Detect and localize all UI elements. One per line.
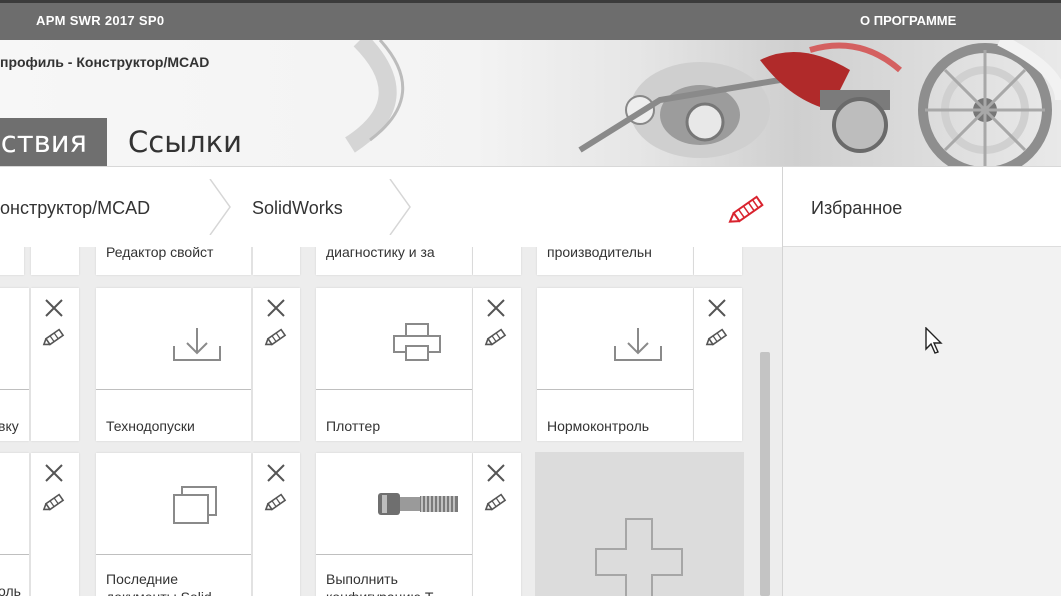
- tile-icon-area: [316, 453, 472, 555]
- add-tile-button[interactable]: [535, 452, 744, 596]
- app-title: APM SWR 2017 SP0: [36, 13, 165, 28]
- tile[interactable]: вку: [0, 288, 29, 441]
- tile-label-line1: Последние: [106, 571, 179, 587]
- bolt-icon: [378, 493, 458, 515]
- tile-icon-area: [537, 288, 693, 390]
- breadcrumb-item-mcad[interactable]: онструктор/MCAD: [0, 198, 150, 219]
- tile-icon-area: [0, 288, 29, 390]
- remove-icon[interactable]: [264, 296, 288, 320]
- tile-actions: [31, 247, 79, 275]
- plus-icon: [595, 518, 683, 596]
- tile-label: вку: [0, 418, 19, 434]
- tile-actions: [694, 288, 742, 441]
- tile[interactable]: Редактор свойст: [96, 247, 251, 275]
- tile[interactable]: производительн: [537, 247, 693, 275]
- tile-icon-area: [0, 453, 29, 555]
- tiles-grid: Редактор свойст диагностику и за произво…: [0, 247, 782, 596]
- tile-actions: [473, 288, 521, 441]
- tile-icon-area: [96, 453, 251, 555]
- tile-actions: [31, 288, 79, 441]
- edit-icon[interactable]: [483, 491, 509, 515]
- edit-icon[interactable]: [483, 326, 509, 350]
- tile[interactable]: Плоттер: [316, 288, 472, 441]
- tile-label-line1: Выполнить: [326, 571, 398, 587]
- favorites-header: Избранное: [783, 167, 1061, 247]
- remove-icon[interactable]: [42, 461, 66, 485]
- edit-icon[interactable]: [704, 326, 730, 350]
- profile-label: профиль - Конструктор/MCAD: [0, 54, 210, 70]
- breadcrumb-separator-icon: [209, 179, 231, 235]
- top-bar: APM SWR 2017 SP0 О ПРОГРАММЕ: [0, 0, 1061, 40]
- tile-label: диагностику и за: [326, 247, 435, 260]
- favorites-panel: Избранное: [783, 167, 1061, 596]
- printer-icon: [393, 323, 441, 361]
- tile[interactable]: Технодопуски: [96, 288, 251, 441]
- tile-label: Редактор свойст: [106, 247, 214, 260]
- tile-label: Технодопуски: [106, 418, 195, 434]
- tile[interactable]: Нормоконтроль: [537, 288, 693, 441]
- remove-icon[interactable]: [484, 296, 508, 320]
- tile[interactable]: Выполнить конфигурацию Т: [316, 453, 472, 596]
- breadcrumb-separator-icon: [389, 179, 411, 235]
- favorites-title: Избранное: [811, 198, 903, 218]
- tile-label: производительн: [547, 247, 652, 260]
- tile-label-line2: документы Solid: [106, 588, 212, 596]
- tile[interactable]: диагностику и за: [316, 247, 472, 275]
- scrollbar[interactable]: [760, 352, 770, 596]
- download-icon: [614, 328, 662, 361]
- remove-icon[interactable]: [264, 461, 288, 485]
- tile-label: Нормоконтроль: [547, 418, 650, 434]
- tile-actions: [473, 453, 521, 596]
- tile-actions: [31, 453, 79, 596]
- tile-actions: [253, 247, 300, 275]
- tile-label: Плоттер: [326, 418, 381, 434]
- mouse-cursor-icon: [925, 327, 943, 354]
- windows-stack-icon: [173, 486, 217, 524]
- tile-icon-area: [316, 288, 472, 390]
- tile[interactable]: [0, 247, 24, 275]
- edit-icon[interactable]: [263, 491, 289, 515]
- tile[interactable]: оль: [0, 453, 29, 596]
- tile-actions: [473, 247, 521, 275]
- tile-label: оль: [0, 583, 21, 596]
- remove-icon[interactable]: [705, 296, 729, 320]
- tile-icon-area: [96, 288, 251, 390]
- edit-icon[interactable]: [41, 326, 67, 350]
- tab-links[interactable]: Ссылки: [128, 118, 242, 166]
- tab-actions[interactable]: ствия: [0, 118, 107, 166]
- tile-label-line2: конфигурацию Т: [326, 588, 433, 596]
- edit-pencil-icon[interactable]: [724, 191, 772, 227]
- tile-actions: [694, 247, 742, 275]
- download-icon: [173, 328, 221, 361]
- edit-icon[interactable]: [41, 491, 67, 515]
- remove-icon[interactable]: [484, 461, 508, 485]
- tile[interactable]: Последние документы Solid: [96, 453, 251, 596]
- breadcrumb: онструктор/MCAD SolidWorks: [0, 167, 783, 247]
- remove-icon[interactable]: [42, 296, 66, 320]
- breadcrumb-item-solidworks[interactable]: SolidWorks: [252, 198, 343, 219]
- tile-actions: [253, 453, 300, 596]
- tile-actions: [253, 288, 300, 441]
- edit-icon[interactable]: [263, 326, 289, 350]
- about-link[interactable]: О ПРОГРАММЕ: [860, 13, 956, 28]
